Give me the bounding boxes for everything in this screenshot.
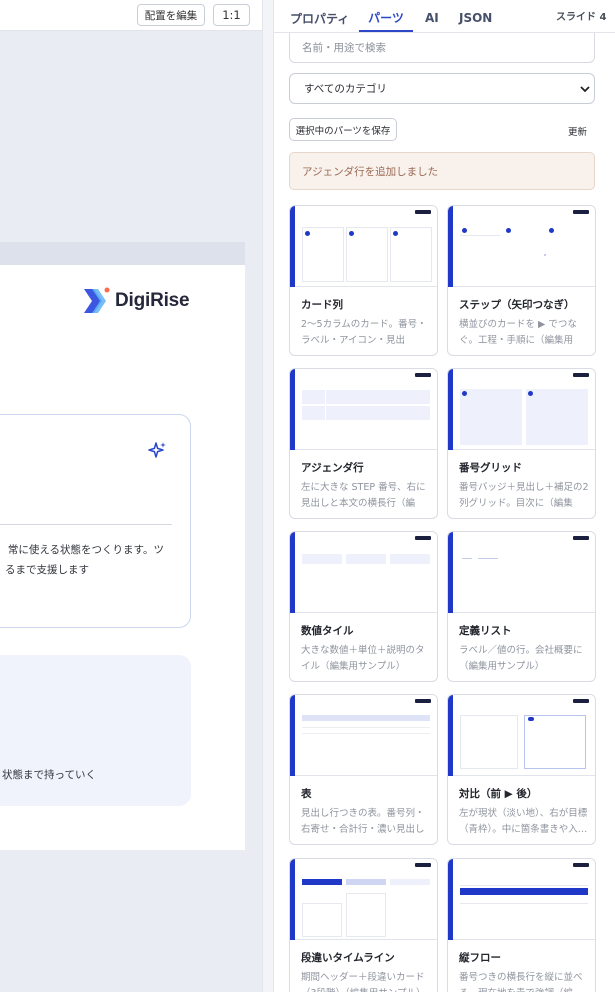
tab-ai[interactable]: AI bbox=[425, 4, 439, 32]
part-description: 左が現状（淡い地）、右が目標（青枠）。中に箇条書きや入… bbox=[459, 808, 588, 835]
tab-parts[interactable]: パーツ bbox=[359, 4, 413, 32]
part-thumbnail bbox=[448, 532, 595, 613]
part-agenda-row[interactable]: アジェンダ行 左に大きな STEP 番号、右に見出しと本文の横長行（編集… bbox=[289, 368, 438, 519]
tab-json[interactable]: JSON bbox=[459, 4, 492, 32]
panel-resize-handle[interactable] bbox=[262, 0, 274, 992]
part-title: 対比（前 ▶ 後） bbox=[459, 788, 538, 800]
category-select[interactable]: すべてのカテゴリ bbox=[289, 73, 595, 104]
part-thumbnail bbox=[290, 532, 437, 613]
canvas-toolbar: 配置を編集 1:1 bbox=[0, 0, 262, 31]
part-definition-list[interactable]: 定義リスト ラベル／値の行。会社概要に（編集用サンプル） bbox=[447, 531, 596, 682]
card1-text-line-2: るまで支援します。 bbox=[0, 564, 89, 576]
part-title: 表 bbox=[301, 788, 312, 800]
part-description: 番号バッジ＋見出し＋補足の2列グリッド。目次に（編集用… bbox=[459, 482, 589, 509]
part-description: 見出し行つきの表。番号列・右寄せ・合計行・濃い見出しに… bbox=[301, 808, 425, 835]
part-description: 番号つきの横長行を縦に並べる。現在地を青で強調（編集… bbox=[459, 972, 583, 992]
refresh-button[interactable]: 更新 bbox=[568, 124, 587, 138]
part-thumbnail bbox=[290, 859, 437, 940]
part-thumbnail bbox=[290, 695, 437, 776]
part-thumbnail bbox=[290, 206, 437, 287]
part-staggered-timeline[interactable]: 段違いタイムライン 期間ヘッダー＋段違いカード（3段階）（編集用サンプル） bbox=[289, 858, 438, 992]
part-thumbnail bbox=[448, 206, 595, 287]
logo-mark-icon bbox=[84, 287, 110, 313]
part-description: 左に大きな STEP 番号、右に見出しと本文の横長行（編集… bbox=[301, 482, 426, 509]
part-description: 大きな数値＋単位＋説明のタイル（編集用サンプル） bbox=[301, 645, 425, 672]
save-parts-button[interactable]: 選択中のパーツを保存 bbox=[289, 118, 397, 141]
tab-properties[interactable]: プロパティ bbox=[290, 4, 349, 32]
part-description: ラベル／値の行。会社概要に（編集用サンプル） bbox=[459, 645, 583, 672]
part-numbered-grid[interactable]: 番号グリッド 番号バッジ＋見出し＋補足の2列グリッド。目次に（編集用… bbox=[447, 368, 596, 519]
part-table[interactable]: 表 見出し行つきの表。番号列・右寄せ・合計行・濃い見出しに… bbox=[289, 694, 438, 845]
slide-indicator: スライド 4 bbox=[556, 12, 607, 23]
slide-canvas-area: 配置を編集 1:1 DigiRise 常に使える状態をつくります。ツ るまで支援… bbox=[0, 0, 262, 992]
edit-layout-button[interactable]: 配置を編集 bbox=[137, 4, 205, 26]
part-thumbnail bbox=[448, 369, 595, 450]
part-title: 番号グリッド bbox=[459, 462, 522, 474]
part-title: アジェンダ行 bbox=[301, 462, 364, 474]
part-vertical-flow[interactable]: 縦フロー 番号つきの横長行を縦に並べる。現在地を青で強調（編集… bbox=[447, 858, 596, 992]
card1-text-line-1: 常に使える状態をつくります。ツ bbox=[7, 544, 164, 556]
card2-text: 状態まで持っていく bbox=[2, 769, 96, 781]
category-selected: すべてのカテゴリ bbox=[304, 83, 387, 95]
slide-card-2[interactable] bbox=[0, 655, 191, 806]
part-thumbnail bbox=[448, 859, 595, 940]
part-description: 期間ヘッダー＋段違いカード（3段階）（編集用サンプル） bbox=[301, 972, 426, 992]
panel-tabs: プロパティ パーツ AI JSON スライド 4 bbox=[274, 0, 615, 33]
part-description: 2〜5カラムのカード。番号・ラベル・アイコン・見出し・… bbox=[301, 319, 427, 346]
part-description: 横並びのカードを ▶ でつなぐ。工程・手順に（編集用サ… bbox=[459, 319, 577, 346]
part-title: 縦フロー bbox=[459, 952, 501, 964]
zoom-ratio-button[interactable]: 1:1 bbox=[213, 4, 250, 26]
notice-banner: アジェンダ行を追加しました bbox=[289, 152, 595, 190]
part-number-tiles[interactable]: 数値タイル 大きな数値＋単位＋説明のタイル（編集用サンプル） bbox=[289, 531, 438, 682]
side-panel: プロパティ パーツ AI JSON スライド 4 名前・用途で検索 すべてのカテ… bbox=[274, 0, 615, 992]
part-card-columns[interactable]: カード列 2〜5カラムのカード。番号・ラベル・アイコン・見出し・… bbox=[289, 205, 438, 356]
card-divider bbox=[0, 524, 172, 525]
sparkle-icon bbox=[148, 442, 166, 458]
part-before-after[interactable]: 対比（前 ▶ 後） 左が現状（淡い地）、右が目標（青枠）。中に箇条書きや入… bbox=[447, 694, 596, 845]
part-steps-arrow[interactable]: ステップ（矢印つなぎ） 横並びのカードを ▶ でつなぐ。工程・手順に（編集用サ… bbox=[447, 205, 596, 356]
part-thumbnail bbox=[290, 369, 437, 450]
part-title: カード列 bbox=[301, 299, 343, 311]
chevron-down-icon bbox=[580, 86, 590, 93]
part-title: 数値タイル bbox=[301, 625, 354, 637]
part-title: 定義リスト bbox=[459, 625, 512, 637]
search-input[interactable]: 名前・用途で検索 bbox=[289, 33, 595, 63]
digirise-logo: DigiRise bbox=[84, 287, 190, 314]
part-title: ステップ（矢印つなぎ） bbox=[459, 299, 575, 311]
part-thumbnail bbox=[448, 695, 595, 776]
part-title: 段違いタイムライン bbox=[301, 952, 395, 964]
logo-text: DigiRise bbox=[115, 289, 190, 311]
